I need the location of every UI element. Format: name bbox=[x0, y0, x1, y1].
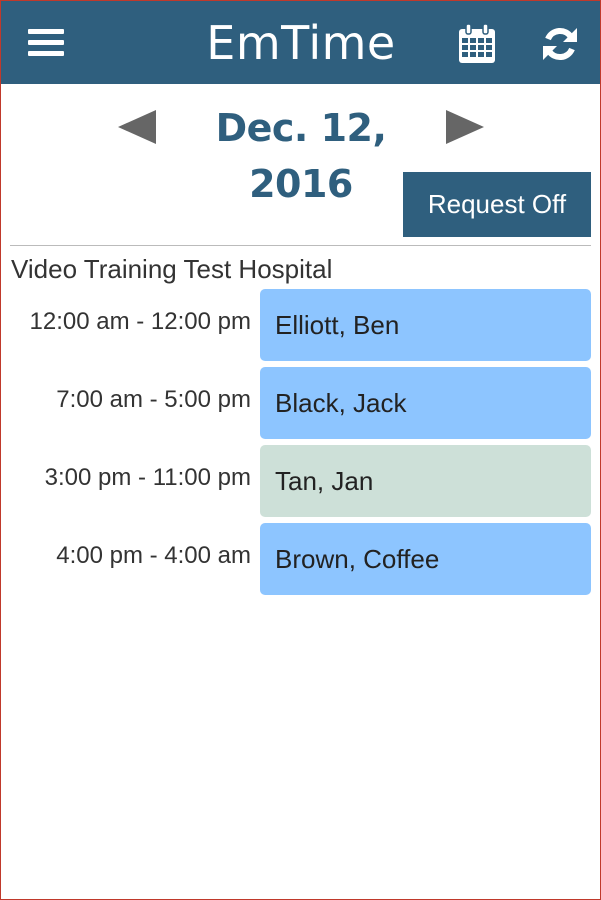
shift-row: 4:00 pm - 4:00 am Brown, Coffee bbox=[0, 523, 601, 595]
shift-time: 4:00 pm - 4:00 am bbox=[56, 542, 251, 569]
top-app-bar: EmTime bbox=[1, 1, 600, 84]
shift-time: 7:00 am - 5:00 pm bbox=[56, 386, 251, 413]
shift-employee-card[interactable]: Elliott, Ben bbox=[260, 289, 591, 361]
triangle-left-icon[interactable] bbox=[118, 110, 156, 144]
triangle-right-icon[interactable] bbox=[446, 110, 484, 144]
calendar-icon[interactable] bbox=[457, 23, 497, 65]
facility-name: Video Training Test Hospital bbox=[11, 254, 333, 284]
refresh-icon[interactable] bbox=[541, 25, 579, 63]
shift-row: 3:00 pm - 11:00 pm Tan, Jan bbox=[0, 445, 601, 517]
request-off-button[interactable]: Request Off bbox=[403, 172, 591, 237]
app-title: EmTime bbox=[206, 16, 396, 70]
shift-employee-card[interactable]: Brown, Coffee bbox=[260, 523, 591, 595]
hamburger-menu-icon[interactable] bbox=[28, 29, 64, 59]
shift-row: 12:00 am - 12:00 pm Elliott, Ben bbox=[0, 289, 601, 361]
shift-row: 7:00 am - 5:00 pm Black, Jack bbox=[0, 367, 601, 439]
date-navigator: Dec. 12, 2016 bbox=[0, 98, 601, 206]
shift-time: 12:00 am - 12:00 pm bbox=[29, 308, 251, 335]
shift-employee-card[interactable]: Tan, Jan bbox=[260, 445, 591, 517]
shift-time: 3:00 pm - 11:00 pm bbox=[44, 464, 251, 491]
divider bbox=[10, 245, 591, 246]
shift-employee-card[interactable]: Black, Jack bbox=[260, 367, 591, 439]
current-date: Dec. 12, 2016 bbox=[215, 106, 387, 206]
